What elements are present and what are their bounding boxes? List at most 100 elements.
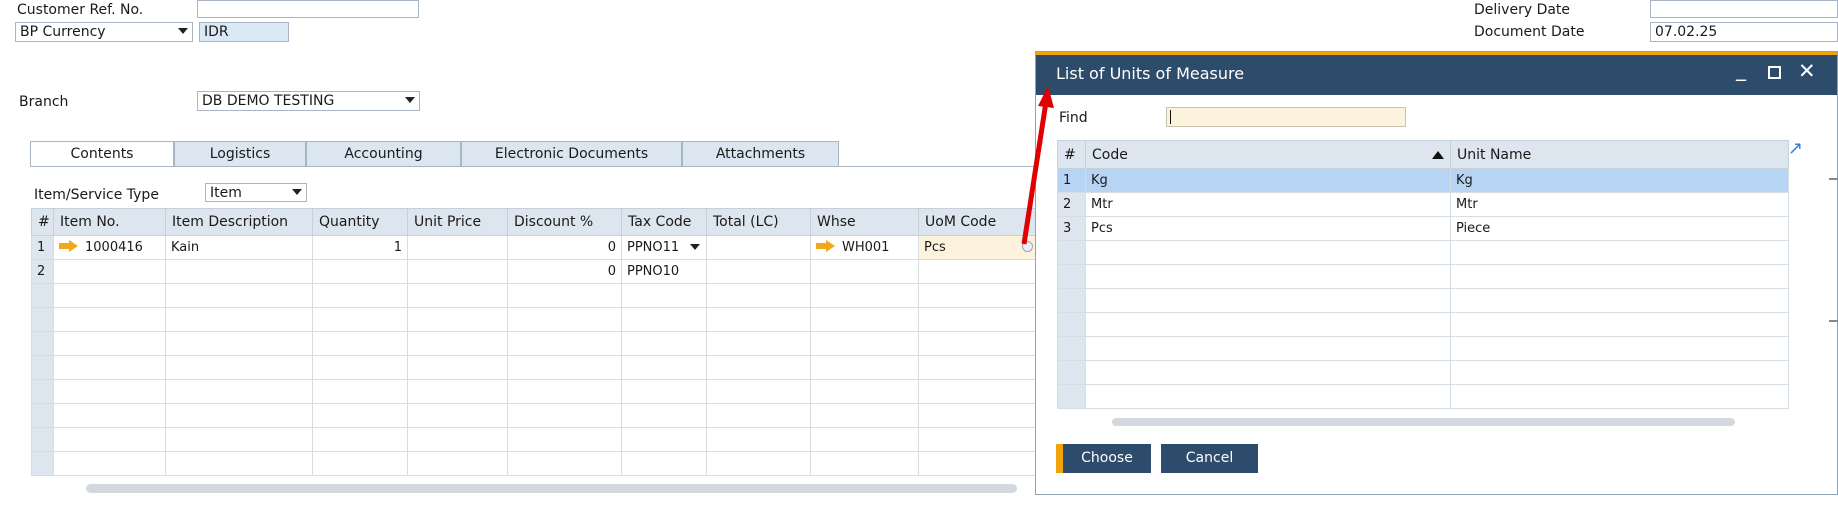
whse-cell[interactable]: WH001 <box>810 235 919 260</box>
list-item <box>1057 360 1789 385</box>
unit-name-cell[interactable]: Piece <box>1450 216 1789 241</box>
table-row <box>31 331 1036 356</box>
unit-name-cell[interactable]: Mtr <box>1450 192 1789 217</box>
tab-electronic-documents[interactable]: Electronic Documents <box>461 141 682 166</box>
list-item[interactable]: 1 Kg Kg <box>1057 168 1789 193</box>
link-arrow-icon[interactable] <box>816 240 836 252</box>
close-icon[interactable]: ✕ <box>1798 59 1816 83</box>
quantity-cell[interactable]: 1 <box>312 235 408 260</box>
chevron-down-icon <box>405 97 415 103</box>
unit-name-cell[interactable]: Kg <box>1450 168 1789 193</box>
row-number: 2 <box>1057 192 1086 217</box>
code-cell[interactable]: Mtr <box>1085 192 1451 217</box>
tab-accounting[interactable]: Accounting <box>306 141 461 166</box>
tab-logistics[interactable]: Logistics <box>174 141 306 166</box>
col-header-whse[interactable]: Whse <box>810 208 919 236</box>
discount-cell[interactable]: 0 <box>507 259 622 284</box>
item-description-cell[interactable] <box>165 259 313 284</box>
document-date-label: Document Date <box>1474 24 1585 40</box>
uom-list-table: # Code Unit Name 1 Kg Kg 2 Mtr Mtr 3 Pcs… <box>1057 140 1789 409</box>
uom-code-value: Pcs <box>924 240 946 255</box>
document-date-field[interactable]: 07.02.25 <box>1650 22 1838 42</box>
quantity-cell[interactable] <box>312 259 408 284</box>
customer-ref-label: Customer Ref. No. <box>17 2 144 18</box>
tax-code-cell[interactable]: PPNO10 <box>621 259 707 284</box>
bp-currency-label: BP Currency <box>20 24 106 40</box>
whse-value: WH001 <box>842 240 890 255</box>
link-arrow-icon[interactable] <box>59 240 79 252</box>
table-row[interactable]: 2 0 PPNO10 <box>31 259 1036 284</box>
items-grid: # Item No. Item Description Quantity Uni… <box>31 208 1036 476</box>
col-header-num[interactable]: # <box>31 208 54 236</box>
tax-code-cell[interactable]: PPNO11 <box>621 235 707 260</box>
col-header-tax-code[interactable]: Tax Code <box>621 208 707 236</box>
col-header-item-no[interactable]: Item No. <box>53 208 166 236</box>
table-row <box>31 307 1036 332</box>
row-number: 1 <box>1057 168 1086 193</box>
item-no-cell[interactable]: 1000416 <box>53 235 166 260</box>
table-row <box>31 451 1036 476</box>
red-annotation-arrow <box>1021 86 1054 245</box>
item-no-cell[interactable] <box>53 259 166 284</box>
col-header-total-lc[interactable]: Total (LC) <box>706 208 811 236</box>
delivery-date-field[interactable] <box>1650 0 1838 18</box>
text-cursor <box>1170 110 1171 124</box>
bp-currency-value: IDR <box>199 22 289 42</box>
table-row <box>31 427 1036 452</box>
total-lc-cell[interactable] <box>706 259 811 284</box>
sort-ascending-icon <box>1432 151 1444 159</box>
list-item <box>1057 240 1789 265</box>
table-row <box>31 283 1036 308</box>
grid-horizontal-scrollbar[interactable] <box>86 484 1017 493</box>
item-type-select[interactable]: Item <box>205 183 307 202</box>
chevron-down-icon <box>178 28 188 34</box>
list-item <box>1057 336 1789 361</box>
accent-bar <box>1056 444 1063 473</box>
maximize-icon[interactable] <box>1768 66 1781 79</box>
dialog-title: List of Units of Measure <box>1056 64 1245 83</box>
dialog-horizontal-scrollbar[interactable] <box>1112 418 1735 426</box>
item-no-value: 1000416 <box>85 240 143 255</box>
list-item[interactable]: 2 Mtr Mtr <box>1057 192 1789 217</box>
tab-attachments[interactable]: Attachments <box>682 141 839 166</box>
dialog-title-bar[interactable]: List of Units of Measure _ ✕ <box>1036 52 1837 95</box>
bp-currency-select[interactable]: BP Currency <box>15 22 193 42</box>
find-input[interactable] <box>1166 107 1406 127</box>
cancel-button[interactable]: Cancel <box>1161 444 1258 473</box>
table-row <box>31 355 1036 380</box>
list-item[interactable]: 3 Pcs Piece <box>1057 216 1789 241</box>
grid-header-row: # Item No. Item Description Quantity Uni… <box>31 208 1036 236</box>
col-header-unit-name[interactable]: Unit Name <box>1450 140 1789 169</box>
expand-arrow-icon[interactable]: ↗ <box>1788 140 1803 158</box>
table-row[interactable]: 1 1000416 Kain 1 0 PPNO11 WH001 Pcs <box>31 235 1036 260</box>
col-header-code-label: Code <box>1092 146 1128 163</box>
minimize-icon[interactable]: _ <box>1736 57 1746 81</box>
discount-cell[interactable]: 0 <box>507 235 622 260</box>
chevron-down-icon[interactable] <box>690 244 700 250</box>
col-header-unit-price[interactable]: Unit Price <box>407 208 508 236</box>
item-type-label: Item/Service Type <box>34 187 159 203</box>
item-description-cell[interactable]: Kain <box>165 235 313 260</box>
choose-button[interactable]: Choose <box>1063 444 1151 473</box>
col-header-code[interactable]: Code <box>1085 140 1451 169</box>
col-header-discount[interactable]: Discount % <box>507 208 622 236</box>
row-number: 2 <box>31 259 54 284</box>
total-lc-cell[interactable] <box>706 235 811 260</box>
col-header-num[interactable]: # <box>1057 140 1086 169</box>
uom-code-cell[interactable] <box>918 259 1036 284</box>
whse-cell[interactable] <box>810 259 919 284</box>
item-type-value: Item <box>210 185 242 201</box>
edge-mark <box>1829 320 1838 322</box>
unit-price-cell[interactable] <box>407 235 508 260</box>
col-header-item-description[interactable]: Item Description <box>165 208 313 236</box>
col-header-quantity[interactable]: Quantity <box>312 208 408 236</box>
code-cell[interactable]: Kg <box>1085 168 1451 193</box>
row-number: 1 <box>31 235 54 260</box>
list-header-row: # Code Unit Name <box>1057 140 1789 169</box>
tax-code-value: PPNO11 <box>627 240 680 255</box>
code-cell[interactable]: Pcs <box>1085 216 1451 241</box>
unit-price-cell[interactable] <box>407 259 508 284</box>
tab-contents[interactable]: Contents <box>30 141 174 167</box>
customer-ref-field[interactable] <box>197 0 419 18</box>
branch-select[interactable]: DB DEMO TESTING <box>197 91 420 111</box>
